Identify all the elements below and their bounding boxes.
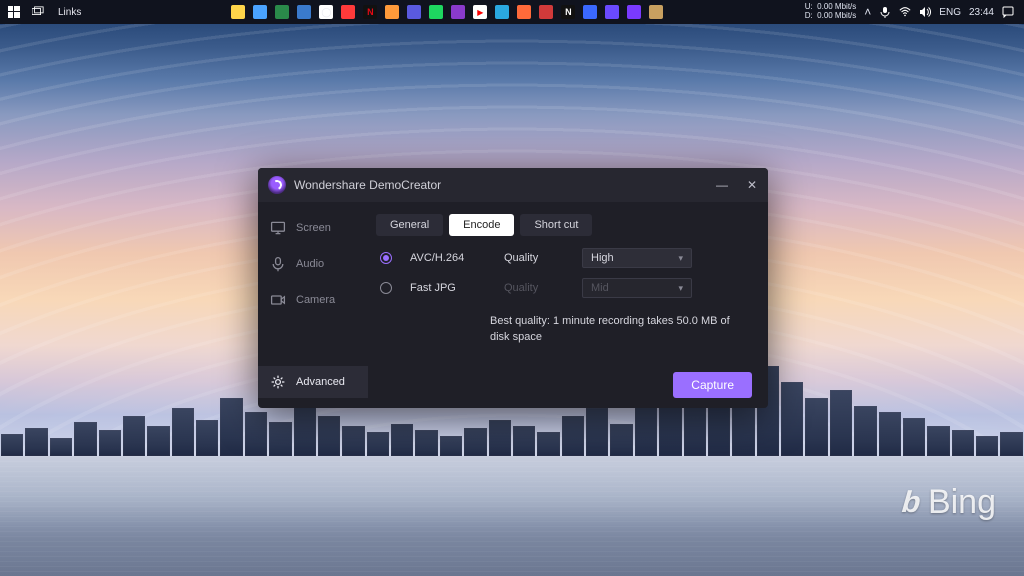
taskbar-app-teams[interactable] [605, 5, 619, 19]
radio-avc[interactable] [380, 252, 392, 264]
close-button[interactable]: ✕ [746, 178, 758, 192]
taskbar-app-notion[interactable]: N [561, 5, 575, 19]
titlebar[interactable]: Wondershare DemoCreator — ✕ [258, 168, 768, 202]
taskbar-links[interactable]: Links [52, 7, 87, 18]
bing-watermark: b Bing [902, 483, 996, 522]
taskbar-app-democreator[interactable] [627, 5, 641, 19]
start-button[interactable] [4, 2, 24, 22]
quality-label-disabled: Quality [504, 282, 564, 294]
quality-note: Best quality: 1 minute recording takes 5… [490, 314, 752, 346]
taskbar-app-chrome[interactable]: ◯ [319, 5, 333, 19]
taskbar-app-spotify[interactable] [429, 5, 443, 19]
taskbar-app-office[interactable] [539, 5, 553, 19]
tray-language[interactable]: ENG [939, 7, 961, 18]
taskbar-app-edge[interactable] [297, 5, 311, 19]
sidebar-item-camera[interactable]: Camera [258, 284, 368, 316]
taskbar-app-generic2[interactable] [407, 5, 421, 19]
tray-notifications-icon[interactable] [1002, 6, 1014, 18]
tray-volume-icon[interactable] [919, 6, 931, 18]
tray-clock[interactable]: 23:44 [969, 7, 994, 18]
sidebar: Screen Audio Camera Advanced [258, 202, 368, 408]
taskbar-app-mail[interactable] [275, 5, 289, 19]
taskbar-app-generic1[interactable] [385, 5, 399, 19]
radio-fastjpg-label: Fast JPG [410, 282, 486, 294]
minimize-button[interactable]: — [716, 178, 728, 192]
taskbar: Links ◯ N ▶ N U: 0.00 Mbit/s D: 0.00 Mbi… [0, 0, 1024, 24]
taskbar-app-netflix[interactable]: N [363, 5, 377, 19]
sidebar-item-label: Camera [296, 294, 335, 306]
tray-network-speed[interactable]: U: 0.00 Mbit/s D: 0.00 Mbit/s [805, 3, 857, 21]
sidebar-item-audio[interactable]: Audio [258, 248, 368, 280]
taskbar-apps: ◯ N ▶ N [231, 5, 663, 19]
sidebar-item-label: Screen [296, 222, 331, 234]
democreator-window: Wondershare DemoCreator — ✕ Screen Audio… [258, 168, 768, 408]
taskbar-app-generic5[interactable] [649, 5, 663, 19]
quality-select-disabled: Mid ▾ [582, 278, 692, 298]
tabs: General Encode Short cut [376, 214, 752, 236]
app-logo-icon [268, 176, 286, 194]
bing-icon: b [900, 486, 921, 520]
taskbar-app-telegram[interactable] [495, 5, 509, 19]
radio-avc-label: AVC/H.264 [410, 252, 486, 264]
taskbar-app-generic4[interactable] [583, 5, 597, 19]
taskbar-app-onenote[interactable] [451, 5, 465, 19]
mic-icon [270, 256, 286, 272]
monitor-icon [270, 220, 286, 236]
tray-chevron-up-icon[interactable]: ˄ [864, 6, 871, 18]
taskbar-app-youtube-music[interactable] [341, 5, 355, 19]
quality-select[interactable]: High ▾ [582, 248, 692, 268]
content-area: General Encode Short cut AVC/H.264 Quali… [368, 202, 768, 408]
quality-select-disabled-value: Mid [591, 282, 609, 294]
taskbar-app-youtube[interactable]: ▶ [473, 5, 487, 19]
sidebar-item-label: Advanced [296, 376, 345, 388]
taskbar-app-explorer[interactable] [231, 5, 245, 19]
taskview-icon[interactable] [28, 2, 48, 22]
capture-button[interactable]: Capture [673, 372, 752, 398]
sidebar-item-label: Audio [296, 258, 324, 270]
window-title: Wondershare DemoCreator [294, 178, 441, 192]
chevron-down-icon: ▾ [678, 283, 683, 294]
tab-encode[interactable]: Encode [449, 214, 514, 236]
sidebar-item-advanced[interactable]: Advanced [258, 366, 368, 398]
quality-label: Quality [504, 252, 564, 264]
bing-text: Bing [928, 483, 996, 522]
sidebar-item-screen[interactable]: Screen [258, 212, 368, 244]
taskbar-app-generic3[interactable] [517, 5, 531, 19]
chevron-down-icon: ▾ [678, 253, 683, 264]
taskbar-app-store[interactable] [253, 5, 267, 19]
tray-wifi-icon[interactable] [899, 6, 911, 18]
tray-mic-icon[interactable] [879, 6, 891, 18]
encode-options: AVC/H.264 Quality High ▾ Fast JPG Qualit… [380, 248, 752, 346]
radio-fastjpg[interactable] [380, 282, 392, 294]
quality-select-value: High [591, 252, 614, 264]
wallpaper-water [0, 456, 1024, 576]
gear-icon [270, 374, 286, 390]
system-tray: U: 0.00 Mbit/s D: 0.00 Mbit/s ˄ ENG 23:4… [805, 3, 1020, 21]
camera-icon [270, 292, 286, 308]
tab-shortcut[interactable]: Short cut [520, 214, 592, 236]
tab-general[interactable]: General [376, 214, 443, 236]
